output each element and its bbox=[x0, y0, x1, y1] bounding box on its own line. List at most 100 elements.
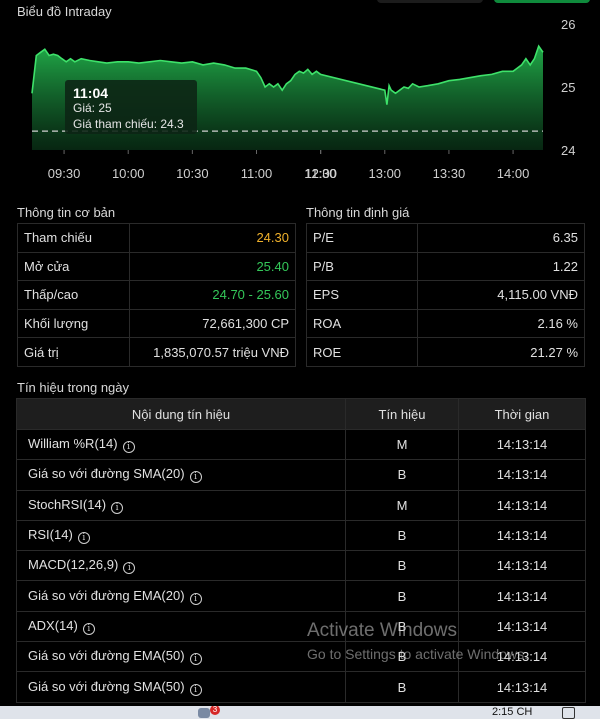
signal-name-cell: Giá so với đường EMA(50) i bbox=[16, 641, 346, 673]
signal-name: Giá so với đường SMA(50) bbox=[28, 678, 185, 694]
valuation-value: 21.27 % bbox=[416, 337, 586, 367]
y-tick-label: 24 bbox=[561, 143, 575, 158]
tooltip-ref-price: Giá tham chiếu: 24.3 bbox=[73, 117, 184, 131]
basic-info-label: Thấp/cao bbox=[17, 280, 130, 310]
signal-name: ADX(14) bbox=[28, 617, 78, 633]
y-tick-label: 25 bbox=[561, 80, 575, 95]
info-icon[interactable]: i bbox=[123, 562, 136, 575]
activate-windows-title: Activate Windows bbox=[307, 620, 457, 641]
signal-row: RSI(14) i B 14:13:14 bbox=[16, 519, 586, 552]
notification-badge: 3 bbox=[210, 706, 220, 715]
basic-info-value: 24.30 bbox=[128, 223, 297, 253]
signal-time: 14:13:14 bbox=[458, 428, 586, 461]
signal-time: 14:13:14 bbox=[458, 459, 586, 491]
signal-row: MACD(12,26,9) i B 14:13:14 bbox=[16, 550, 586, 582]
basic-info-row: Mở cửa 25.40 bbox=[17, 251, 297, 282]
signal-value: B bbox=[345, 459, 459, 491]
x-tick-label: 10:00 bbox=[112, 166, 145, 181]
notifications-icon[interactable] bbox=[562, 707, 575, 719]
signal-name: William %R(14) bbox=[28, 436, 118, 452]
signal-name-cell: Giá so với đường EMA(20) i bbox=[16, 580, 346, 612]
signal-row: William %R(14) i M 14:13:14 bbox=[16, 428, 586, 461]
header-time[interactable]: Thời gian bbox=[458, 398, 586, 430]
valuation-label: EPS bbox=[306, 280, 418, 310]
signal-time: 14:13:14 bbox=[458, 489, 586, 521]
valuation-row: ROE 21.27 % bbox=[306, 337, 586, 367]
signal-name: StochRSI(14) bbox=[28, 496, 107, 512]
x-tick-label: 09:30 bbox=[48, 166, 81, 181]
signal-row: ADX(14) i B 14:13:14 bbox=[16, 610, 586, 643]
signal-time: 14:13:14 bbox=[458, 610, 586, 643]
valuation-label: P/E bbox=[306, 223, 418, 253]
intraday-chart[interactable]: 09:30 10:00 10:30 11:00 11:3012:0012:30 13:00… bbox=[0, 0, 600, 195]
signals-title: Tín hiệu trong ngày bbox=[17, 380, 130, 395]
basic-info-row: Thấp/cao 24.70 - 25.60 bbox=[17, 280, 297, 310]
signal-value: B bbox=[345, 580, 459, 612]
valuation-label: ROE bbox=[306, 337, 418, 367]
signal-value: B bbox=[345, 550, 459, 582]
valuation-row: P/E 6.35 bbox=[306, 223, 586, 253]
info-icon[interactable]: i bbox=[189, 592, 202, 605]
signal-time: 14:13:14 bbox=[458, 580, 586, 612]
taskbar-clock[interactable]: 2:15 CH bbox=[492, 706, 532, 718]
signal-row: Giá so với đường EMA(20) i B 14:13:14 bbox=[16, 580, 586, 612]
basic-info-value: 24.70 - 25.60 bbox=[128, 280, 297, 310]
x-tick-label: 11:00 bbox=[241, 166, 273, 181]
taskbar: 3 2:15 CH bbox=[0, 706, 600, 719]
x-tick-label: 13:00 bbox=[369, 166, 402, 181]
valuation-value: 1.22 bbox=[416, 251, 586, 282]
signal-time: 14:13:14 bbox=[458, 519, 586, 552]
basic-info-row: Giá trị 1,835,070.57 triệu VNĐ bbox=[17, 337, 297, 367]
valuation-row: EPS 4,115.00 VNĐ bbox=[306, 280, 586, 310]
signal-name: Giá so với đường SMA(20) bbox=[28, 466, 185, 482]
signal-name-cell: MACD(12,26,9) i bbox=[16, 550, 346, 582]
signal-name: Giá so với đường EMA(20) bbox=[28, 587, 185, 603]
valuation-label: P/B bbox=[306, 251, 418, 282]
info-icon[interactable]: i bbox=[82, 622, 95, 635]
valuation-value: 2.16 % bbox=[416, 308, 586, 339]
x-tick-label: 14:00 bbox=[497, 166, 530, 181]
info-icon[interactable]: i bbox=[189, 653, 202, 666]
signal-time: 14:13:14 bbox=[458, 671, 586, 703]
signal-value: M bbox=[345, 428, 459, 461]
basic-info-label: Giá trị bbox=[17, 337, 130, 367]
info-icon[interactable]: i bbox=[111, 501, 124, 514]
signal-name: Giá so với đường EMA(50) bbox=[28, 648, 185, 664]
basic-info-label: Mở cửa bbox=[17, 251, 130, 282]
basic-info-row: Khối lượng 72,661,300 CP bbox=[17, 308, 297, 339]
basic-info-table: Tham chiếu 24.30 Mở cửa 25.40 Thấp/cao 24.70 … bbox=[17, 223, 297, 367]
x-tick-label: 13:30 bbox=[433, 166, 466, 181]
valuation-row: P/B 1.22 bbox=[306, 251, 586, 282]
tooltip-price: Giá: 25 bbox=[73, 101, 112, 115]
signal-value: B bbox=[345, 519, 459, 552]
signal-name-cell: ADX(14) i bbox=[16, 610, 346, 643]
tooltip-time: 11:04 bbox=[73, 85, 108, 101]
info-icon[interactable]: i bbox=[122, 441, 135, 454]
signal-name-cell: Giá so với đường SMA(50) i bbox=[16, 671, 346, 703]
valuation-value: 4,115.00 VNĐ bbox=[416, 280, 586, 310]
y-tick-label: 26 bbox=[561, 17, 575, 32]
valuation-row: ROA 2.16 % bbox=[306, 308, 586, 339]
x-tick-label: 12:30 bbox=[304, 166, 337, 181]
signal-name-cell: William %R(14) i bbox=[16, 428, 346, 461]
info-icon[interactable]: i bbox=[189, 683, 202, 696]
basic-info-label: Tham chiếu bbox=[17, 223, 130, 253]
header-signal[interactable]: Tín hiệu bbox=[345, 398, 459, 430]
basic-info-value: 72,661,300 CP bbox=[128, 308, 297, 339]
valuation-title: Thông tin định giá bbox=[306, 205, 410, 220]
info-icon[interactable]: i bbox=[189, 471, 202, 484]
signal-time: 14:13:14 bbox=[458, 550, 586, 582]
signal-row: Giá so với đường SMA(50) i B 14:13:14 bbox=[16, 671, 586, 703]
header-signal-content[interactable]: Nội dung tín hiệu bbox=[16, 398, 346, 430]
activate-windows-hint[interactable]: Go to Settings to activate Windows. bbox=[307, 646, 528, 662]
signal-name-cell: Giá so với đường SMA(20) i bbox=[16, 459, 346, 491]
signal-name: RSI(14) bbox=[28, 527, 73, 543]
x-tick-label: 10:30 bbox=[176, 166, 209, 181]
chart-tooltip: 11:04 Giá: 25 Giá tham chiếu: 24.3 bbox=[65, 80, 197, 134]
signal-name: MACD(12,26,9) bbox=[28, 557, 119, 573]
valuation-label: ROA bbox=[306, 308, 418, 339]
basic-info-value: 25.40 bbox=[128, 251, 297, 282]
info-icon[interactable]: i bbox=[77, 532, 90, 545]
signal-name-cell: StochRSI(14) i bbox=[16, 489, 346, 521]
weather-icon[interactable] bbox=[198, 708, 210, 718]
